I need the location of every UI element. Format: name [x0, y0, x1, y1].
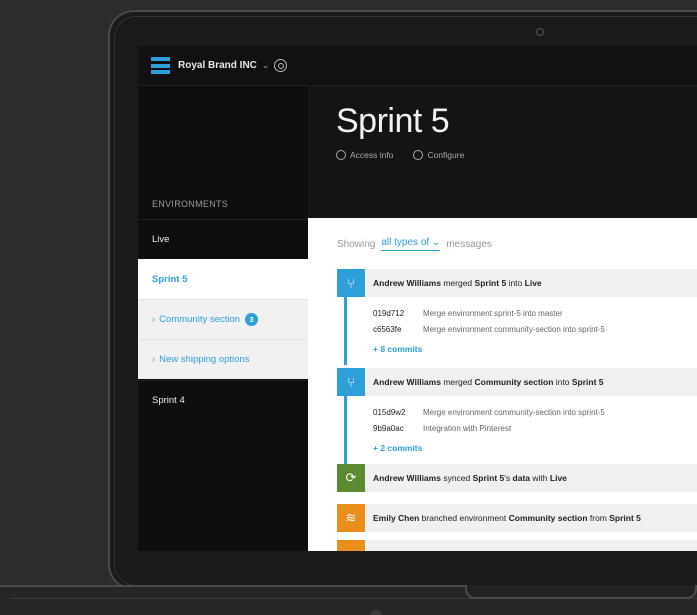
activity-feed: Showing all types of ⌄ messages ⑂ Andrew…	[308, 218, 697, 551]
laptop-base-dot	[370, 610, 382, 615]
sidebar-item-label: Sprint 4	[152, 395, 185, 406]
branch-icon: ≋	[337, 504, 365, 532]
camera-icon	[536, 28, 544, 36]
page-header: Sprint 5 Access info Configure	[308, 86, 697, 218]
commit-row[interactable]: c6563fe Merge environment community-secti…	[373, 325, 605, 334]
merge-icon: ⑂	[337, 269, 365, 297]
sidebar-item-label: Live	[152, 234, 170, 245]
activity-event[interactable]: ⑂ Andrew Williams merged Sprint 5 into L…	[337, 269, 697, 297]
brand-logo-icon	[151, 57, 170, 74]
configure-label: Configure	[427, 150, 465, 160]
sidebar-item-label: Community section	[159, 314, 240, 325]
page-title: Sprint 5	[336, 102, 450, 140]
laptop-trackpad-notch	[465, 585, 697, 599]
commit-row[interactable]: 019d712 Merge environment sprint-5 into m…	[373, 309, 563, 318]
count-badge: 3	[244, 313, 258, 326]
commit-list: 015d9w2 Merge environment community-secti…	[337, 396, 697, 464]
sidebar-item-label: New shipping options	[159, 354, 250, 365]
sidebar-item-sprint-4[interactable]: Sprint 4	[138, 380, 308, 420]
configure-link[interactable]: Configure	[413, 150, 464, 160]
gear-icon	[413, 150, 424, 160]
chevron-down-icon[interactable]: ⌄	[262, 60, 270, 71]
commit-row[interactable]: 015d9w2 Merge environment community-secti…	[373, 408, 605, 417]
link-icon	[336, 150, 346, 160]
commit-list: 019d712 Merge environment sprint-5 into m…	[337, 297, 697, 365]
sidebar-item-sprint-5[interactable]: Sprint 5	[138, 259, 308, 299]
commit-row[interactable]: 9b9a0ac Integration with Pinterest	[373, 424, 511, 433]
gear-icon[interactable]	[274, 59, 288, 72]
sidebar-item-live[interactable]: Live	[138, 219, 308, 259]
chevron-right-icon: ›	[152, 354, 156, 365]
filter-suffix: messages	[446, 238, 492, 250]
sync-icon: ⟳	[337, 464, 365, 492]
screen: Royal Brand INC ⌄ ENVIRONMENTS Live Spri…	[138, 46, 697, 551]
sidebar-heading: ENVIRONMENTS	[152, 199, 229, 209]
access-info-link[interactable]: Access info	[336, 150, 393, 160]
branch-icon	[337, 540, 365, 551]
more-commits-link[interactable]: + 8 commits	[373, 344, 422, 354]
access-info-label: Access info	[350, 150, 394, 160]
brand-name[interactable]: Royal Brand INC	[178, 60, 257, 71]
sidebar-item-label: Sprint 5	[152, 273, 188, 285]
activity-event[interactable]: ⟳ Andrew Williams synced Sprint 5's data…	[337, 464, 697, 492]
filter-prefix: Showing	[337, 238, 376, 250]
message-type-dropdown[interactable]: all types of ⌄	[381, 237, 441, 251]
top-bar: Royal Brand INC ⌄	[138, 46, 697, 86]
sidebar-item-new-shipping-options[interactable]: › New shipping options	[138, 339, 308, 379]
filter-bar: Showing all types of ⌄ messages	[337, 237, 492, 251]
activity-event[interactable]: ⑂ Andrew Williams merged Community secti…	[337, 368, 697, 396]
activity-event-partial[interactable]	[337, 540, 697, 551]
chevron-right-icon: ›	[152, 314, 156, 325]
more-commits-link[interactable]: + 2 commits	[373, 443, 422, 453]
merge-icon: ⑂	[337, 368, 365, 396]
activity-event[interactable]: ≋ Emily Chen branched environment Commun…	[337, 504, 697, 532]
sidebar-item-community-section[interactable]: › Community section 3	[138, 299, 308, 339]
sidebar: ENVIRONMENTS Live Sprint 5 › Community s…	[138, 86, 308, 551]
